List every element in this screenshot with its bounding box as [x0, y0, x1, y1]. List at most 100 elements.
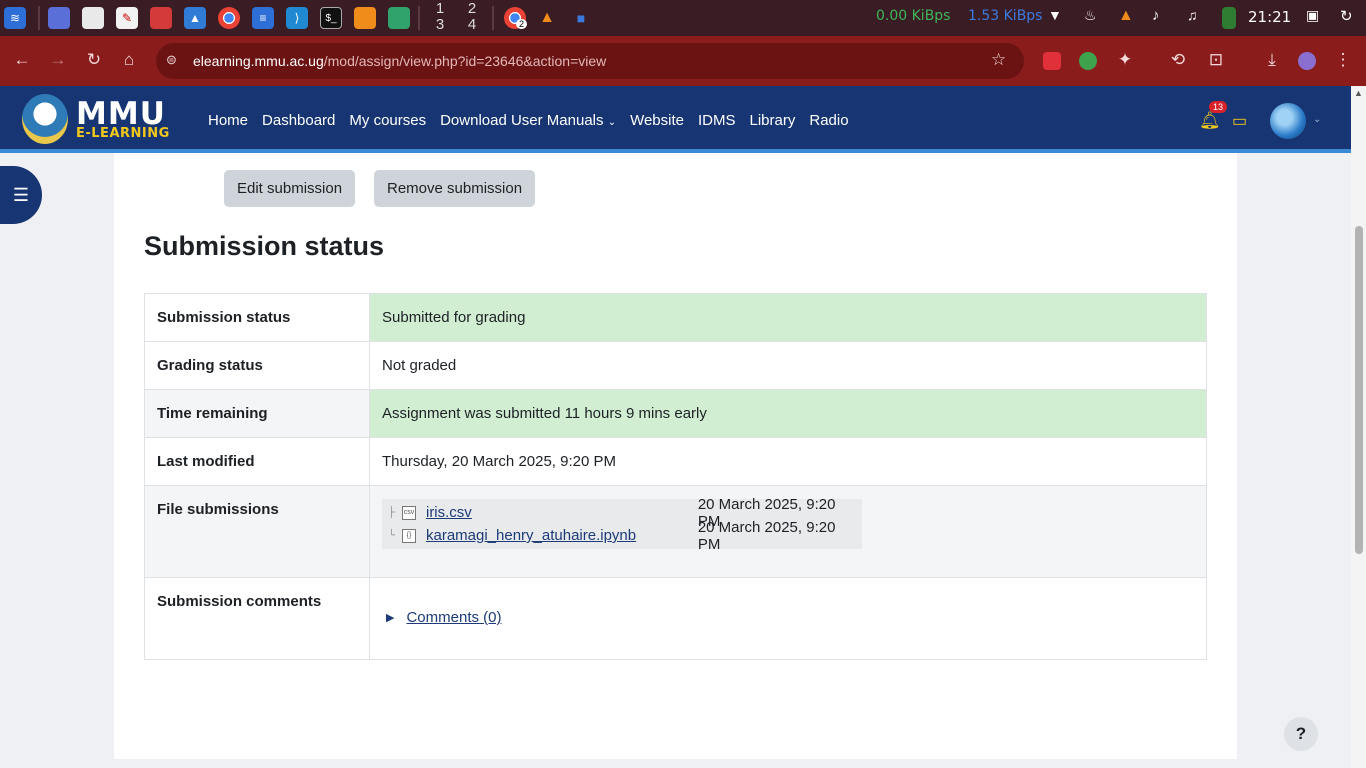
- net-download-speed: 0.00 KiBps: [876, 8, 951, 24]
- wifi-icon[interactable]: ▼: [1048, 7, 1062, 23]
- notification-count-badge: 13: [1209, 101, 1228, 113]
- url-path: /mod/assign/view.php?id=23646&action=vie…: [323, 53, 607, 69]
- comments-link[interactable]: Comments (0): [406, 609, 501, 626]
- chrome-icon[interactable]: [218, 7, 240, 34]
- user-menu-chevron-icon[interactable]: ⌄: [1313, 114, 1321, 125]
- back-arrow-icon[interactable]: ←: [11, 50, 33, 70]
- nav-download-user-manuals[interactable]: Download User Manuals ⌄: [440, 112, 616, 129]
- extension-red-icon[interactable]: [1043, 52, 1061, 70]
- history-icon[interactable]: ⟲: [1167, 50, 1189, 70]
- page-scrollbar[interactable]: ▲: [1351, 86, 1366, 768]
- url-host: elearning.mmu.ac.ug: [193, 53, 324, 69]
- scroll-up-arrow-icon[interactable]: ▲: [1354, 88, 1363, 98]
- file-link[interactable]: karamagi_henry_atuhaire.ipynb: [426, 527, 698, 544]
- vscode-icon[interactable]: ⟩: [286, 7, 308, 29]
- terminal-icon[interactable]: $_: [320, 7, 342, 29]
- address-bar[interactable]: ⊜ elearning.mmu.ac.ug/mod/assign/view.ph…: [156, 43, 1024, 79]
- nav-home[interactable]: Home: [208, 112, 248, 129]
- row-value-grading-status: Not graded: [369, 341, 1207, 390]
- nav-idms[interactable]: IDMS: [698, 112, 736, 129]
- nav-dashboard[interactable]: Dashboard: [262, 112, 335, 129]
- file-manager-icon[interactable]: [82, 7, 104, 34]
- bookmark-star-icon[interactable]: ☆: [991, 50, 1006, 70]
- course-index-toggle[interactable]: ☰: [0, 166, 42, 224]
- nav-library[interactable]: Library: [750, 112, 796, 129]
- lock-icon[interactable]: ▣: [1306, 7, 1319, 24]
- help-button[interactable]: ?: [1284, 717, 1318, 751]
- workspace-switcher-a[interactable]: 13: [430, 1, 450, 33]
- comments-toggle[interactable]: ▶ Comments (0): [382, 593, 1194, 644]
- flame-icon[interactable]: ♨: [1084, 7, 1097, 24]
- os-taskbar: ≋ ✎ ▲ ≡ ⟩ $_ 13 24 2 ▲ ■ 0.00 KiBps 1.53…: [0, 0, 1366, 36]
- vlc-tray-icon[interactable]: ▲: [1118, 7, 1134, 25]
- mmu-logo-emblem[interactable]: [22, 94, 68, 144]
- forward-arrow-icon[interactable]: →: [47, 50, 69, 70]
- workspace-switcher-b[interactable]: 24: [462, 1, 482, 33]
- browser-menu-icon[interactable]: ⋮: [1332, 50, 1354, 70]
- clock[interactable]: 21:21: [1248, 8, 1291, 26]
- logo-subtitle[interactable]: E-LEARNING: [76, 126, 170, 141]
- taskbar-separator: [418, 6, 420, 30]
- kali-menu-icon[interactable]: ≋: [4, 7, 26, 29]
- table-row: Grading status Not graded: [144, 341, 1207, 390]
- vlc-icon[interactable]: ▲: [536, 7, 558, 29]
- window-count-badge: 2: [516, 19, 528, 29]
- table-row: File submissions ├ csv iris.csv 20 March…: [144, 485, 1207, 578]
- url-text: elearning.mmu.ac.ug/mod/assign/view.php?…: [193, 53, 606, 69]
- messages-icon[interactable]: ▭: [1232, 111, 1247, 131]
- file-link[interactable]: iris.csv: [426, 504, 698, 521]
- row-label-submission-comments: Submission comments: [144, 577, 370, 660]
- row-value-file-submissions: ├ csv iris.csv 20 March 2025, 9:20 PM └ …: [369, 485, 1207, 578]
- notifications-bell-icon[interactable]: 🔔︎: [1199, 111, 1221, 131]
- chrome-window-icon[interactable]: 2: [504, 7, 528, 34]
- desktop-icon[interactable]: [48, 7, 70, 34]
- row-label-grading-status: Grading status: [144, 341, 370, 390]
- table-row: Submission status Submitted for grading: [144, 293, 1207, 342]
- tree-branch-icon: └: [388, 530, 396, 541]
- nav-my-courses[interactable]: My courses: [349, 112, 426, 129]
- text-editor-icon[interactable]: ✎: [116, 7, 138, 29]
- row-label-time-remaining: Time remaining: [144, 389, 370, 438]
- user-avatar[interactable]: [1270, 103, 1306, 139]
- notification-bell-icon[interactable]: ♫: [1187, 7, 1198, 23]
- document-icon[interactable]: ≡: [252, 7, 274, 29]
- taskbar-separator: [492, 6, 494, 30]
- primary-nav: Home Dashboard My courses Download User …: [208, 112, 863, 129]
- caret-right-icon: ▶: [386, 612, 395, 624]
- app-blue-icon[interactable]: ▲: [184, 7, 206, 29]
- screenshot-icon[interactable]: ⊡: [1205, 50, 1227, 70]
- nav-radio[interactable]: Radio: [809, 112, 848, 129]
- remove-submission-button[interactable]: Remove submission: [374, 170, 536, 207]
- volume-icon[interactable]: ♪: [1152, 7, 1160, 24]
- file-tree: ├ csv iris.csv 20 March 2025, 9:20 PM └ …: [382, 496, 862, 553]
- submission-status-table: Submission status Submitted for grading …: [144, 293, 1207, 660]
- row-value-time-remaining: Assignment was submitted 11 hours 9 mins…: [369, 389, 1207, 438]
- extension-green-icon[interactable]: [1079, 52, 1097, 70]
- site-info-icon[interactable]: ⊜: [166, 52, 177, 68]
- power-icon[interactable]: ↻: [1340, 7, 1353, 25]
- scrollbar-thumb[interactable]: [1355, 226, 1363, 554]
- table-row: Last modified Thursday, 20 March 2025, 9…: [144, 437, 1207, 486]
- android-icon[interactable]: [388, 7, 410, 34]
- main-content-card: Edit submission Remove submission Submis…: [114, 153, 1237, 759]
- folder-icon[interactable]: ■: [570, 7, 592, 29]
- taskbar-separator: [38, 6, 40, 30]
- reload-icon[interactable]: ↻: [83, 50, 105, 70]
- download-icon[interactable]: ⤓: [1261, 50, 1283, 70]
- table-row: Submission comments ▶ Comments (0): [144, 577, 1207, 660]
- edit-submission-button[interactable]: Edit submission: [224, 170, 356, 207]
- row-label-last-modified: Last modified: [144, 437, 370, 486]
- file-item: └ {} karamagi_henry_atuhaire.ipynb 20 Ma…: [382, 519, 862, 553]
- file-date: 20 March 2025, 9:20 PM: [697, 518, 836, 553]
- nav-website[interactable]: Website: [630, 112, 684, 129]
- battery-icon[interactable]: [1222, 7, 1236, 34]
- app-orange-icon[interactable]: [354, 7, 376, 34]
- tree-branch-icon: ├: [388, 507, 396, 518]
- home-icon[interactable]: ⌂: [118, 50, 140, 70]
- profile-avatar-icon[interactable]: [1298, 52, 1316, 70]
- row-value-submission-status: Submitted for grading: [369, 293, 1207, 342]
- page-section-title: Submission status: [144, 231, 385, 261]
- row-value-last-modified: Thursday, 20 March 2025, 9:20 PM: [369, 437, 1207, 486]
- app-red-icon[interactable]: [150, 7, 172, 34]
- extensions-puzzle-icon[interactable]: ✦: [1114, 50, 1136, 70]
